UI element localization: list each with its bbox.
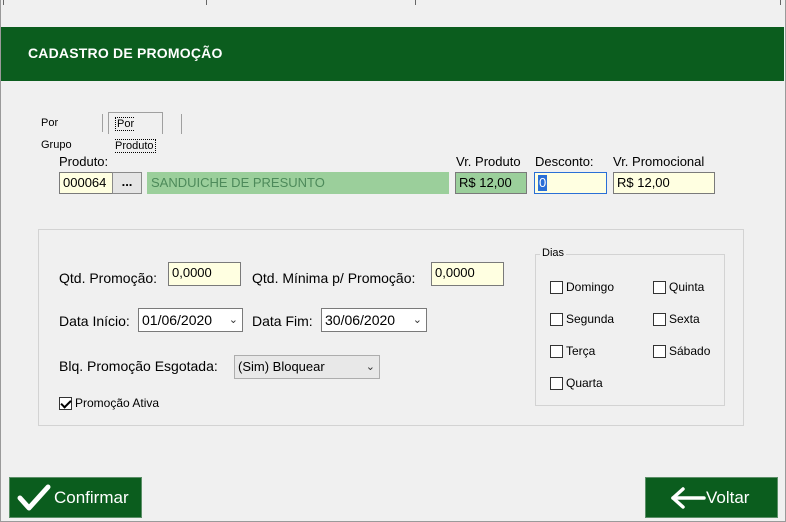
qtd-minima-label: Qtd. Mínima p/ Promoção: (252, 270, 416, 286)
window-top-strip (0, 0, 786, 27)
sabado-checkbox[interactable] (653, 345, 666, 358)
promocao-ativa-label: Promoção Ativa (75, 396, 160, 410)
voltar-label: Voltar (706, 488, 750, 507)
qtd-promocao-label: Qtd. Promoção: (59, 270, 158, 286)
domingo-label: Domingo (566, 280, 615, 294)
produto-label: Produto: (59, 154, 109, 169)
blq-promocao-select[interactable]: (Sim) Bloquear ⌄ (234, 355, 380, 379)
desconto-value: 0 (538, 175, 548, 191)
terca-label: Terça (566, 344, 596, 358)
tab-por-produto[interactable]: Por Produto (108, 112, 163, 153)
tab-divider (181, 114, 182, 134)
tab-por-grupo[interactable]: Por Grupo (35, 112, 78, 151)
chevron-down-icon: ⌄ (365, 361, 375, 373)
sexta-checkbox[interactable] (653, 313, 666, 326)
dias-group (535, 254, 725, 406)
vr-promocional-label: Vr. Promocional (613, 154, 705, 169)
qtd-promocao-input[interactable]: 0,0000 (168, 262, 241, 286)
data-inicio-value: 01/06/2020 (142, 312, 213, 328)
confirmar-label: Confirmar (54, 488, 129, 507)
dias-group-label: Dias (540, 247, 567, 259)
produto-lookup-button[interactable]: ... (112, 172, 142, 194)
quinta-label: Quinta (669, 280, 705, 294)
sexta-label: Sexta (669, 312, 700, 326)
desconto-label: Desconto: (535, 154, 594, 169)
arrow-left-icon (671, 487, 706, 509)
qtd-minima-input[interactable]: 0,0000 (431, 262, 504, 286)
header-bar: CADASTRO DE PROMOÇÃO (1, 27, 784, 81)
confirmar-button[interactable]: Confirmar (9, 477, 142, 518)
data-fim-label: Data Fim: (252, 313, 313, 329)
checkmark-icon (17, 484, 51, 511)
voltar-button[interactable]: Voltar (645, 477, 778, 518)
vr-produto-field: R$ 12,00 (455, 172, 527, 194)
frame-tick (206, 0, 207, 5)
sabado-label: Sábado (669, 344, 711, 358)
segunda-label: Segunda (566, 312, 615, 326)
vr-produto-label: Vr. Produto (456, 154, 521, 169)
quarta-label: Quarta (566, 376, 603, 390)
frame-tick (3, 0, 4, 5)
chevron-down-icon: ⌄ (412, 314, 422, 326)
tab-divider (102, 114, 103, 132)
produto-name-field: SANDUICHE DE PRESUNTO (147, 172, 449, 194)
data-inicio-picker[interactable]: 01/06/2020 ⌄ (138, 308, 243, 332)
promocao-ativa-checkbox[interactable] (59, 397, 72, 410)
domingo-checkbox[interactable] (550, 281, 563, 294)
quarta-checkbox[interactable] (550, 377, 563, 390)
blq-promocao-value: (Sim) Bloquear (238, 359, 325, 374)
quinta-checkbox[interactable] (653, 281, 666, 294)
page-title: CADASTRO DE PROMOÇÃO (28, 45, 223, 61)
tab-por-produto-label: Por Produto (115, 117, 156, 153)
chevron-down-icon: ⌄ (228, 314, 238, 326)
data-inicio-label: Data Início: (59, 313, 130, 329)
produto-code-input[interactable]: 000064 (59, 172, 113, 194)
desconto-input[interactable]: 0 (534, 172, 607, 194)
data-fim-picker[interactable]: 30/06/2020 ⌄ (321, 308, 427, 332)
vr-promocional-input[interactable]: R$ 12,00 (613, 172, 715, 194)
data-fim-value: 30/06/2020 (325, 312, 396, 328)
frame-tick (780, 0, 781, 5)
blq-promocao-label: Blq. Promoção Esgotada: (59, 358, 218, 374)
segunda-checkbox[interactable] (550, 313, 563, 326)
frame-tick (415, 0, 416, 5)
terca-checkbox[interactable] (550, 345, 563, 358)
